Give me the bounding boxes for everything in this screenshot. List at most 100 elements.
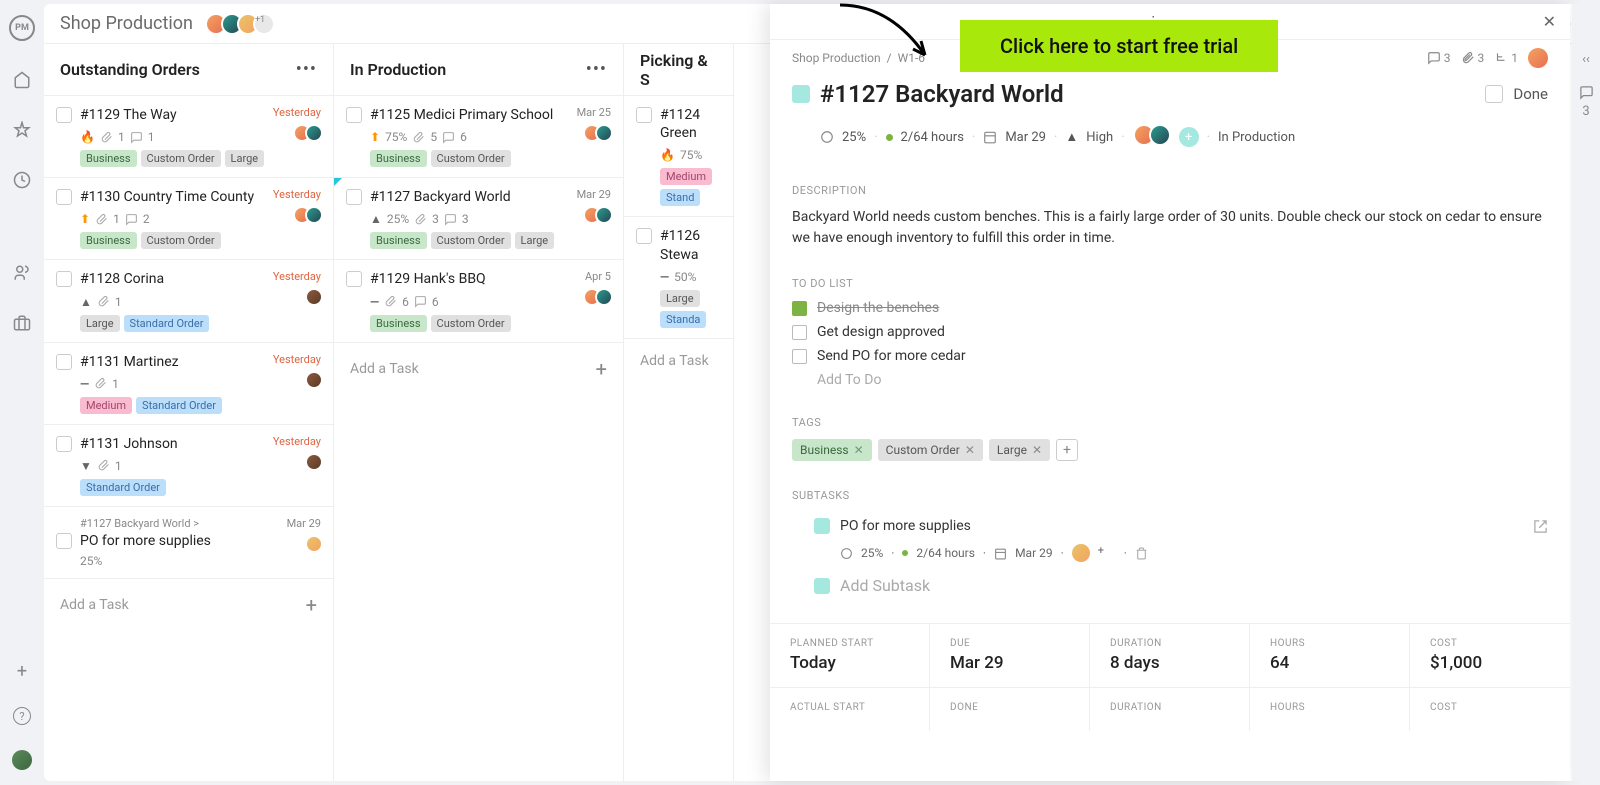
task-card[interactable]: #1130 Country Time CountyYesterday⬆12Bus… (44, 178, 333, 260)
tag[interactable]: Standard Order (124, 315, 210, 332)
tag[interactable]: Stand (660, 189, 700, 206)
task-card[interactable]: #1127 Backyard World >PO for more suppli… (44, 507, 333, 579)
add-subtask[interactable]: Add Subtask (814, 576, 1548, 595)
tag[interactable]: Business (370, 150, 427, 167)
card-checkbox[interactable] (346, 189, 362, 205)
remove-tag-icon[interactable]: ✕ (965, 443, 975, 457)
attach-count[interactable]: 3 (1461, 51, 1485, 65)
remove-tag-icon[interactable]: ✕ (1032, 443, 1042, 457)
stat-cell[interactable]: HOURS64 (1250, 624, 1410, 687)
add-task-icon[interactable]: + (306, 593, 317, 617)
column-menu-icon[interactable]: ••• (296, 59, 317, 80)
card-checkbox[interactable] (636, 107, 652, 123)
project-avatars[interactable]: +1 (205, 13, 275, 35)
detail-tag[interactable]: Business✕ (792, 439, 872, 461)
card-checkbox[interactable] (56, 354, 72, 370)
tag[interactable]: Business (370, 315, 427, 332)
column-menu-icon[interactable]: ••• (586, 59, 607, 80)
tag[interactable]: Medium (80, 397, 132, 414)
recent-icon[interactable] (11, 169, 33, 191)
card-checkbox[interactable] (346, 271, 362, 287)
stat-cell[interactable]: PLANNED STARTToday (770, 624, 930, 687)
tag[interactable]: Large (225, 150, 265, 167)
task-title[interactable]: #1127 Backyard World (820, 80, 1475, 108)
tag[interactable]: Business (80, 232, 137, 249)
card-avatars[interactable] (305, 371, 323, 389)
card-avatars[interactable] (305, 288, 323, 306)
stat-cell[interactable]: COST$1,000 (1410, 624, 1570, 687)
task-card[interactable]: #1124 Green🔥75%MediumStand (624, 96, 733, 217)
add-icon[interactable]: + (17, 661, 27, 682)
priority[interactable]: High (1086, 130, 1113, 145)
panel-close-icon[interactable]: ✕ (1543, 12, 1556, 31)
open-subtask-icon[interactable] (1533, 519, 1548, 534)
card-avatars[interactable] (293, 206, 323, 224)
tag[interactable]: Business (80, 150, 137, 167)
stat-cell[interactable]: DONE (930, 688, 1090, 731)
add-task[interactable]: Add a Task+ (334, 343, 623, 395)
todo-checkbox[interactable] (792, 325, 807, 340)
tag[interactable]: Large (80, 315, 120, 332)
add-task[interactable]: Add a Task+ (44, 579, 333, 631)
user-avatar[interactable] (12, 750, 32, 770)
add-tag-button[interactable]: + (1056, 439, 1078, 461)
card-avatars[interactable] (583, 288, 613, 306)
tag[interactable]: Custom Order (431, 315, 511, 332)
tag[interactable]: Business (370, 232, 427, 249)
todo-item[interactable]: Get design approved (792, 324, 1548, 340)
stat-cell[interactable]: DURATION (1090, 688, 1250, 731)
collapse-icon[interactable]: ‹‹ (1582, 52, 1590, 67)
todo-item[interactable]: Send PO for more cedar (792, 348, 1548, 364)
cta-banner[interactable]: Click here to start free trial (960, 20, 1278, 72)
tag[interactable]: Standa (660, 311, 706, 328)
card-checkbox[interactable] (56, 271, 72, 287)
card-checkbox[interactable] (56, 436, 72, 452)
card-avatars[interactable] (583, 206, 613, 224)
stat-cell[interactable]: DURATION8 days (1090, 624, 1250, 687)
stat-cell[interactable]: HOURS (1250, 688, 1410, 731)
remove-tag-icon[interactable]: ✕ (854, 443, 864, 457)
add-todo[interactable]: Add To Do (817, 372, 1548, 388)
card-avatars[interactable] (293, 124, 323, 142)
stat-cell[interactable]: ACTUAL START (770, 688, 930, 731)
add-assignee-icon[interactable]: + (1179, 127, 1199, 147)
hours[interactable]: 2/64 hours (901, 130, 964, 145)
card-checkbox[interactable] (56, 107, 72, 123)
task-card[interactable]: #1125 Medici Primary SchoolMar 25⬆75%56B… (334, 96, 623, 178)
briefcase-icon[interactable] (11, 312, 33, 334)
tag[interactable]: Medium (660, 168, 712, 185)
task-card[interactable]: #1129 Hank's BBQApr 5—66BusinessCustom O… (334, 260, 623, 342)
activity-icon[interactable] (11, 119, 33, 141)
task-card[interactable]: #1129 The WayYesterday🔥11BusinessCustom … (44, 96, 333, 178)
todo-checkbox[interactable] (792, 349, 807, 364)
comments-count[interactable]: 3 (1427, 51, 1451, 65)
card-checkbox[interactable] (636, 228, 652, 244)
add-task[interactable]: Add a Task (624, 339, 733, 383)
detail-avatar[interactable] (1528, 48, 1548, 68)
task-card[interactable]: #1128 CorinaYesterday▲1LargeStandard Ord… (44, 260, 333, 342)
subtask-add-assignee-icon[interactable]: + (1098, 544, 1116, 562)
card-avatars[interactable] (583, 124, 613, 142)
stat-cell[interactable]: COST (1410, 688, 1570, 731)
delete-icon[interactable] (1135, 547, 1148, 560)
status[interactable]: In Production (1218, 130, 1295, 145)
tag[interactable]: Custom Order (431, 150, 511, 167)
stat-cell[interactable]: DUEMar 29 (930, 624, 1090, 687)
card-checkbox[interactable] (346, 107, 362, 123)
add-task-icon[interactable]: + (596, 357, 607, 381)
description[interactable]: Backyard World needs custom benches. Thi… (792, 207, 1548, 249)
percent[interactable]: 25% (842, 130, 866, 145)
detail-tag[interactable]: Large✕ (989, 439, 1050, 461)
tag[interactable]: Large (660, 290, 700, 307)
help-icon[interactable]: ? (13, 707, 31, 725)
due-date[interactable]: Mar 29 (1005, 130, 1046, 145)
done-checkbox[interactable] (1485, 85, 1503, 103)
task-card[interactable]: #1127 Backyard WorldMar 29▲25%33Business… (334, 178, 623, 260)
card-avatars[interactable] (305, 453, 323, 471)
team-icon[interactable] (11, 262, 33, 284)
tag[interactable]: Standard Order (80, 479, 166, 496)
card-checkbox[interactable] (56, 189, 72, 205)
card-checkbox[interactable] (56, 533, 72, 549)
rail-comment-icon[interactable] (1579, 85, 1594, 100)
card-avatars[interactable] (305, 535, 323, 553)
